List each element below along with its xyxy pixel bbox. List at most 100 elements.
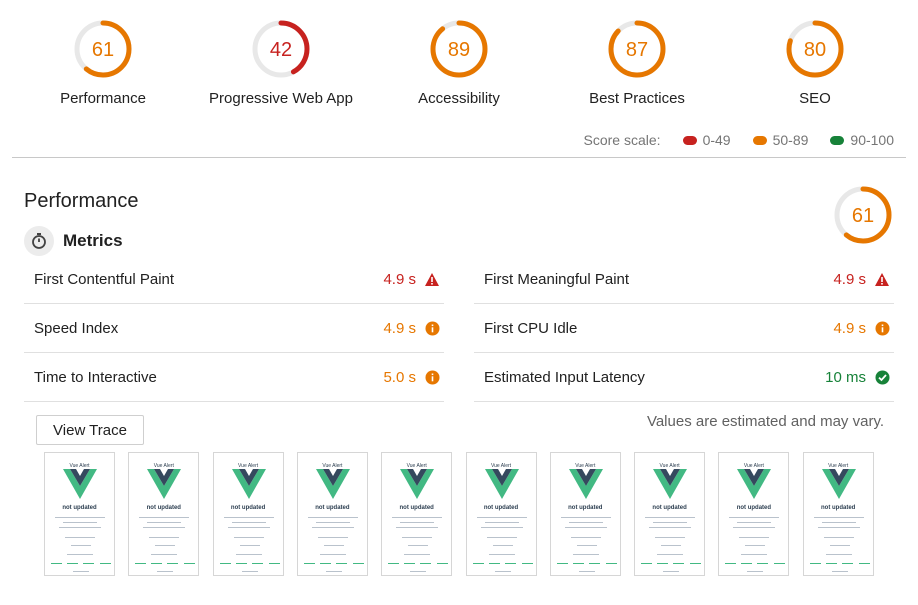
frame-text-line — [486, 537, 517, 538]
frame-text-line — [317, 537, 348, 538]
frame-link — [352, 563, 364, 564]
metric-value: 4.9 s — [833, 270, 866, 288]
frame-text-line — [564, 527, 607, 528]
metric-time-to-interactive: Time to Interactive 5.0 s — [24, 353, 444, 402]
frame-text-line — [741, 554, 768, 555]
frame-text-line — [729, 517, 780, 518]
frame-text-line — [400, 522, 435, 523]
vue-logo-icon — [484, 469, 519, 499]
frame-text-line — [560, 517, 611, 518]
frame-text-line — [402, 537, 433, 538]
gauge-ring: 80 — [786, 20, 844, 78]
frame-link — [303, 563, 315, 564]
gauge-pwa[interactable]: 42 Progressive Web App — [191, 18, 371, 107]
frame-text-line — [147, 522, 182, 523]
frame-link — [420, 563, 432, 564]
frame-text-line — [653, 522, 688, 523]
filmstrip-frame: Vue Alert not updated — [296, 452, 368, 576]
frame-text-line — [392, 517, 443, 518]
frame-text-line — [239, 545, 260, 546]
filmstrip-frame: Vue Alert not updated — [718, 452, 790, 576]
frame-text-line — [235, 554, 262, 555]
frame-link — [641, 563, 653, 564]
vue-logo-icon — [63, 469, 97, 499]
frame-link — [521, 563, 533, 564]
metrics-column-left: First Contentful Paint 4.9 s Speed Index… — [24, 255, 444, 402]
frame-text-line — [157, 571, 174, 572]
frame-text-line — [139, 517, 190, 518]
frame-text-line — [645, 517, 696, 518]
gauge-score: 80 — [804, 39, 826, 61]
frame-text-line — [410, 571, 427, 572]
frame-link — [725, 563, 737, 564]
metric-name: Time to Interactive — [34, 368, 157, 386]
score-scale-label: Score scale: — [583, 132, 661, 148]
gauge-label: Best Practices — [589, 90, 685, 107]
frame-text-line — [319, 554, 346, 555]
frame-text-line — [396, 527, 439, 528]
frame-text-line — [480, 527, 523, 528]
scale-pass-swatch — [830, 135, 845, 145]
metric-name: First CPU Idle — [484, 319, 578, 337]
info-icon — [424, 369, 440, 385]
gauge-best-practices[interactable]: 87 Best Practices — [547, 18, 727, 107]
gauge-label: Progressive Web App — [209, 90, 353, 107]
view-trace-button[interactable]: View Trace — [36, 415, 144, 445]
vue-logo-icon — [231, 469, 266, 499]
gauge-performance[interactable]: 61 Performance — [13, 18, 193, 107]
gauge-label: Performance — [60, 90, 146, 107]
metrics-column-right: First Meaningful Paint 4.9 s First CPU I… — [474, 255, 894, 402]
frame-text-line — [325, 571, 342, 572]
vue-logo-icon — [400, 469, 435, 499]
vue-logo-icon — [821, 469, 856, 499]
frame-text-line — [404, 554, 431, 555]
frame-link — [251, 563, 263, 564]
frame-link — [504, 563, 516, 564]
frame-link — [841, 563, 853, 564]
frame-text-line — [657, 554, 684, 555]
filmstrip-frame: Vue Alert not updated — [549, 452, 621, 576]
filmstrip-frame: Vue Alert not updated — [802, 452, 874, 576]
frame-text-line — [492, 545, 513, 546]
frame-text-line — [829, 545, 850, 546]
frame-link — [167, 563, 179, 564]
frame-text-line — [576, 545, 597, 546]
metric-name: First Contentful Paint — [34, 270, 175, 288]
filmstrip-frame: Vue Alert not updated — [381, 452, 453, 576]
frame-link — [825, 563, 837, 564]
frame-link — [319, 563, 331, 564]
frame-text-line — [307, 517, 358, 518]
frame-text-line — [739, 537, 770, 538]
frame-text-line — [63, 522, 97, 523]
frame-heading: not updated — [230, 505, 266, 511]
frame-link — [51, 563, 62, 564]
scale-fail: 0-49 — [682, 132, 731, 148]
vue-logo-icon — [568, 469, 603, 499]
frame-text-line — [241, 571, 258, 572]
frame-link — [657, 563, 669, 564]
metric-name: First Meaningful Paint — [484, 270, 630, 288]
frame-link — [219, 563, 231, 564]
check-icon — [874, 369, 890, 385]
frame-heading: not updated — [315, 505, 350, 511]
frame-text-line — [825, 554, 852, 555]
gauge-accessibility[interactable]: 89 Accessibility — [369, 18, 549, 107]
filmstrip-frame: Vue Alert not updated — [212, 452, 284, 576]
frame-link — [437, 563, 449, 564]
frame-link — [809, 563, 821, 564]
metric-first-contentful-paint: First Contentful Paint 4.9 s — [24, 255, 444, 304]
gauge-ring: 87 — [608, 20, 666, 78]
frame-text-line — [570, 537, 601, 538]
gauge-seo[interactable]: 80 SEO — [725, 18, 905, 107]
metric-name: Estimated Input Latency — [484, 368, 645, 386]
frame-link — [774, 563, 786, 564]
metric-first-cpu-idle: First CPU Idle 4.9 s — [474, 304, 894, 353]
frame-text-line — [149, 537, 180, 538]
metric-value: 5.0 s — [383, 368, 416, 386]
info-icon — [424, 320, 440, 336]
frame-link — [151, 563, 163, 564]
scale-fail-label: 0-49 — [702, 132, 731, 148]
frame-text-line — [155, 545, 176, 546]
vue-logo-icon — [653, 469, 688, 499]
frame-text-line — [484, 522, 519, 523]
